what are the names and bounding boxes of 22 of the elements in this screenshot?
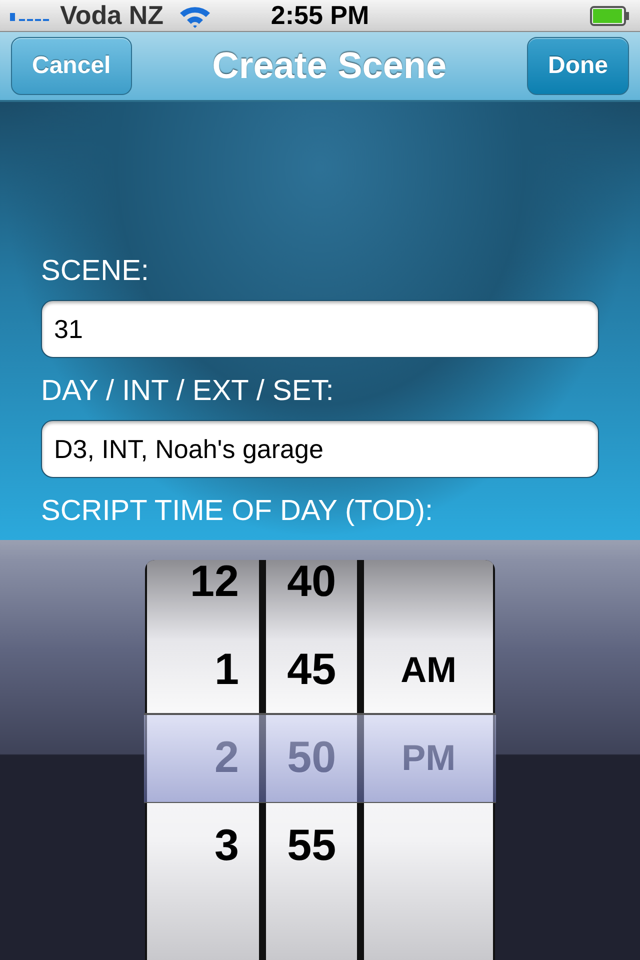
picker-option[interactable]: AM [400, 649, 457, 691]
picker-option[interactable]: 55 [287, 821, 336, 871]
picker-wheel[interactable]: AM PM [364, 560, 493, 960]
picker-option[interactable]: 40 [287, 560, 336, 607]
carrier-name: Voda NZ [60, 0, 164, 32]
field-label: DAY / INT / EXT / SET: [41, 374, 335, 408]
input-field[interactable]: D3, INT, Noah's garage [41, 420, 599, 478]
picker-option[interactable]: 3 [214, 821, 239, 871]
picker-option[interactable]: 45 [287, 645, 336, 695]
picker-option[interactable]: 12 [190, 560, 239, 607]
signal-icon [10, 10, 52, 21]
input-field[interactable]: 31 [41, 300, 599, 358]
done-button[interactable]: Done [526, 37, 629, 96]
time-picker[interactable]: 12 1 2 3 40 45 50 55 AM PM [145, 560, 495, 960]
section-label: SCRIPT TIME OF DAY (TOD): [41, 494, 434, 528]
field-label: SCENE: [41, 254, 150, 288]
screen-title: Create Scene [212, 45, 447, 88]
picker-wheel[interactable]: 12 1 2 3 [147, 560, 259, 960]
battery-icon [590, 6, 630, 26]
clock-time: 2:55 PM [270, 0, 370, 32]
picker-option[interactable]: 1 [214, 645, 239, 695]
picker-wheel[interactable]: 40 45 50 55 [266, 560, 358, 960]
